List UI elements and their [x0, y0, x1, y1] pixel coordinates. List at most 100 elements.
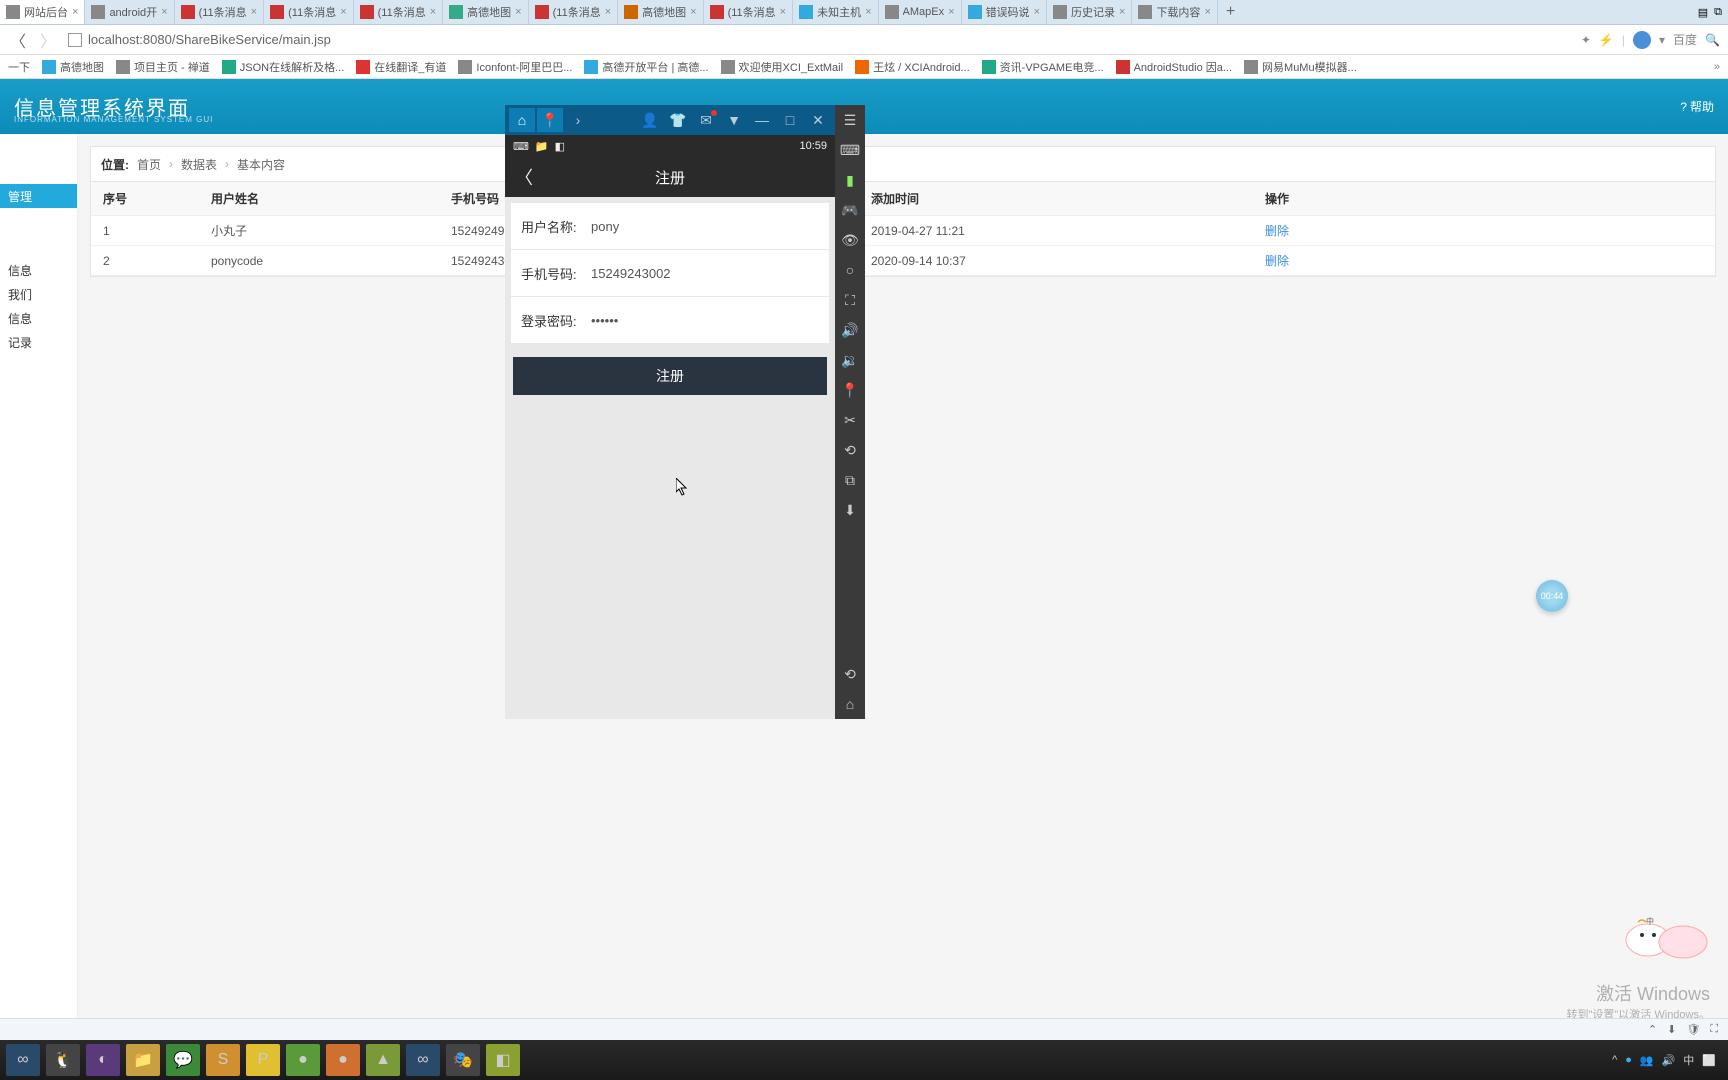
location-button[interactable]: 📍: [537, 108, 563, 132]
browser-tab[interactable]: 高德地图×: [618, 0, 703, 24]
help-button[interactable]: ?帮助: [1680, 98, 1714, 115]
taskbar-app[interactable]: 🐧: [46, 1044, 80, 1076]
sidebar-item-info2[interactable]: 信息: [0, 306, 77, 330]
tray-icon[interactable]: ⬜: [1702, 1054, 1716, 1067]
browser-tab[interactable]: 错误码说×: [962, 0, 1047, 24]
tray-icon[interactable]: ●: [1625, 1054, 1632, 1066]
chevron-up-icon[interactable]: ⌃: [1648, 1023, 1657, 1036]
android-back-icon[interactable]: ⟲: [841, 665, 859, 683]
bookmark-item[interactable]: 一下: [8, 59, 30, 75]
breadcrumb-item[interactable]: 首页: [137, 156, 161, 173]
taskbar-app[interactable]: 📁: [126, 1044, 160, 1076]
keyboard-icon[interactable]: ⌨: [841, 141, 859, 159]
bookmark-item[interactable]: 高德地图: [42, 59, 104, 75]
taskbar-app[interactable]: ◐: [86, 1044, 120, 1076]
browser-tab[interactable]: (11条消息×: [704, 0, 794, 24]
bookmark-item[interactable]: 资讯-VPGAME电竞...: [982, 59, 1104, 75]
bookmark-item[interactable]: 高德开放平台 | 高德...: [584, 59, 708, 75]
taskbar-app[interactable]: ∞: [406, 1044, 440, 1076]
window-icon[interactable]: ⧉: [1714, 6, 1722, 19]
close-icon[interactable]: ×: [1119, 6, 1125, 18]
taskbar-app[interactable]: ∞: [6, 1044, 40, 1076]
taskbar-app[interactable]: S: [206, 1044, 240, 1076]
flash-icon[interactable]: ⚡: [1599, 33, 1614, 47]
tray-icon[interactable]: 🔊: [1662, 1054, 1676, 1067]
menu-icon[interactable]: ☰: [841, 111, 859, 129]
chevron-down-icon[interactable]: ▾: [1659, 33, 1665, 47]
browser-tab[interactable]: 下载内容×: [1132, 0, 1217, 24]
volume-up-icon[interactable]: 🔊: [841, 321, 859, 339]
browser-tab[interactable]: 历史记录×: [1047, 0, 1132, 24]
taskbar-app[interactable]: ●: [326, 1044, 360, 1076]
rotate-icon[interactable]: ⟲: [841, 441, 859, 459]
search-engine-icon[interactable]: [1633, 31, 1651, 49]
close-icon[interactable]: ×: [161, 6, 167, 18]
close-icon[interactable]: ×: [690, 6, 696, 18]
breadcrumb-item[interactable]: 数据表: [181, 156, 217, 173]
circle-icon[interactable]: ○: [841, 261, 859, 279]
close-icon[interactable]: ×: [1034, 6, 1040, 18]
taskbar-app[interactable]: ◧: [486, 1044, 520, 1076]
taskbar-app[interactable]: P: [246, 1044, 280, 1076]
battery-icon[interactable]: ▮: [841, 171, 859, 189]
bookmark-item[interactable]: Iconfont-阿里巴巴...: [458, 59, 572, 75]
tray-chevron-icon[interactable]: ^: [1612, 1054, 1617, 1066]
close-icon[interactable]: ×: [515, 6, 521, 18]
expand-icon[interactable]: ⛶: [1710, 1023, 1718, 1036]
shield-icon[interactable]: 🛡: [1686, 1023, 1700, 1036]
location-icon[interactable]: 📍: [841, 381, 859, 399]
browser-tab[interactable]: (11条消息×: [354, 0, 444, 24]
shirt-icon[interactable]: 👕: [665, 108, 691, 132]
forward-button[interactable]: 〉: [38, 30, 58, 50]
tab-list-icon[interactable]: ▤: [1698, 6, 1708, 19]
fullscreen-icon[interactable]: ⛶: [841, 291, 859, 309]
delete-link[interactable]: 删除: [1265, 254, 1289, 268]
browser-tab[interactable]: (11条消息×: [529, 0, 619, 24]
url-box[interactable]: localhost:8080/ShareBikeService/main.jsp: [68, 32, 1571, 47]
eye-icon[interactable]: 👁: [841, 231, 859, 249]
recording-timer[interactable]: 00:44: [1536, 580, 1568, 612]
browser-tab[interactable]: AMapEx×: [879, 0, 962, 24]
bookmark-item[interactable]: 王炫 / XCIAndroid...: [855, 59, 970, 75]
multi-window-icon[interactable]: ⧉: [841, 471, 859, 489]
browser-tab[interactable]: 网站后台×: [0, 0, 85, 24]
password-field[interactable]: 登录密码: ••••••: [511, 297, 829, 343]
browser-tab[interactable]: android开×: [85, 0, 174, 24]
close-icon[interactable]: ×: [865, 6, 871, 18]
bookmark-item[interactable]: 在线翻译_有道: [356, 59, 446, 75]
register-button[interactable]: 注册: [513, 357, 827, 395]
bookmark-item[interactable]: JSON在线解析及格...: [222, 59, 345, 75]
close-icon[interactable]: ×: [1204, 6, 1210, 18]
user-icon[interactable]: 👤: [637, 108, 663, 132]
close-icon[interactable]: ×: [340, 6, 346, 18]
close-icon[interactable]: ×: [72, 6, 78, 18]
taskbar-app[interactable]: ●: [286, 1044, 320, 1076]
sidebar-item-info[interactable]: 信息: [0, 258, 77, 282]
browser-tab[interactable]: 未知主机×: [793, 0, 878, 24]
minimize-button[interactable]: —: [749, 108, 775, 132]
delete-link[interactable]: 删除: [1265, 224, 1289, 238]
download-icon[interactable]: ⬇: [1667, 1023, 1676, 1036]
sidebar-item-us[interactable]: 我们: [0, 282, 77, 306]
taskbar-app[interactable]: ▲: [366, 1044, 400, 1076]
maximize-button[interactable]: □: [777, 108, 803, 132]
sidebar-item-record[interactable]: 记录: [0, 330, 77, 354]
sidebar-item-manage[interactable]: 管理: [0, 184, 77, 208]
bookmark-item[interactable]: 项目主页 - 禅道: [116, 59, 210, 75]
star-icon[interactable]: ✦: [1581, 33, 1591, 47]
install-icon[interactable]: ⬇: [841, 501, 859, 519]
back-icon[interactable]: 〈: [515, 164, 533, 190]
home-button[interactable]: ⌂: [509, 108, 535, 132]
new-tab-button[interactable]: +: [1218, 3, 1243, 21]
taskbar-app[interactable]: 🎭: [446, 1044, 480, 1076]
browser-tab[interactable]: (11条消息×: [264, 0, 354, 24]
search-icon[interactable]: 🔍: [1705, 33, 1720, 47]
taskbar-app[interactable]: 💬: [166, 1044, 200, 1076]
back-button[interactable]: 〈: [8, 30, 28, 50]
breadcrumb-item[interactable]: 基本内容: [237, 156, 285, 173]
close-icon[interactable]: ×: [948, 6, 954, 18]
close-icon[interactable]: ×: [605, 6, 611, 18]
mail-icon[interactable]: ✉: [693, 108, 719, 132]
close-icon[interactable]: ×: [251, 6, 257, 18]
username-field[interactable]: 用户名称: pony: [511, 203, 829, 249]
